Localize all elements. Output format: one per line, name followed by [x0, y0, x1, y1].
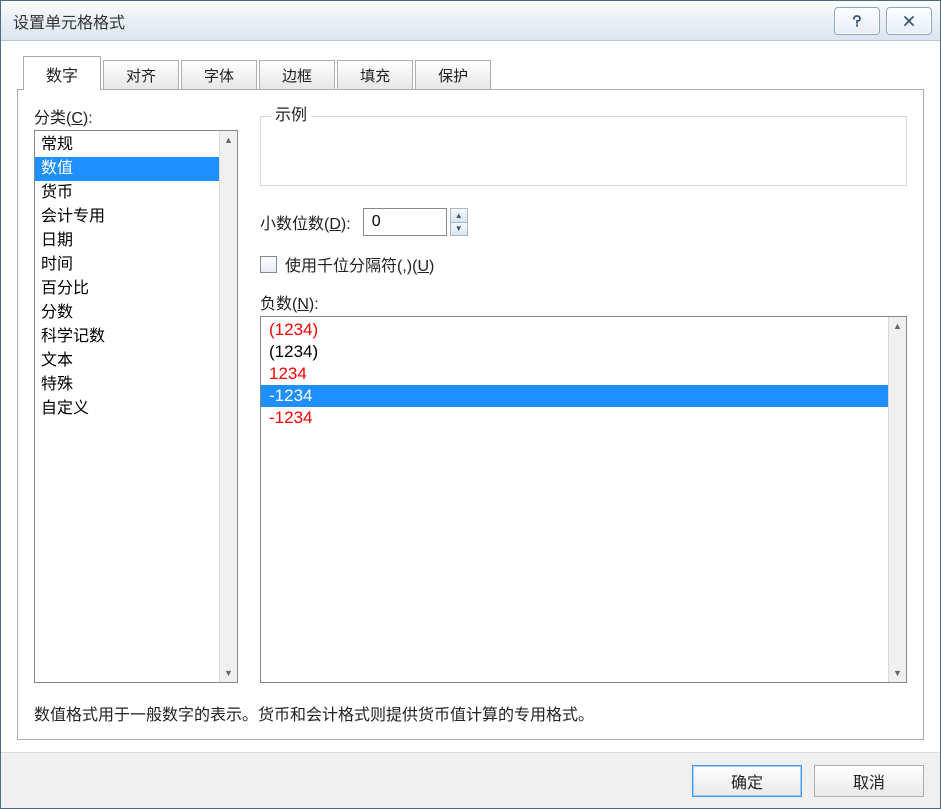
- tab-2[interactable]: 字体: [181, 60, 257, 90]
- negative-item[interactable]: -1234: [261, 385, 888, 407]
- negative-item[interactable]: 1234: [261, 363, 888, 385]
- decimal-spin-up[interactable]: ▲: [451, 209, 467, 223]
- category-item[interactable]: 科学记数: [35, 325, 219, 349]
- tab-0[interactable]: 数字: [23, 56, 101, 90]
- example-legend: 示例: [271, 101, 311, 125]
- negative-item[interactable]: -1234: [261, 407, 888, 429]
- negative-list-inner: (1234)(1234)1234-1234-1234: [261, 317, 888, 682]
- category-item[interactable]: 日期: [35, 229, 219, 253]
- category-item[interactable]: 货币: [35, 181, 219, 205]
- scroll-up-button[interactable]: ▲: [222, 133, 236, 147]
- category-item[interactable]: 常规: [35, 133, 219, 157]
- category-listbox[interactable]: 常规数值货币会计专用日期时间百分比分数科学记数文本特殊自定义 ▲ ▼: [34, 130, 238, 683]
- help-button[interactable]: [834, 7, 880, 35]
- category-item[interactable]: 百分比: [35, 277, 219, 301]
- category-scrollbar[interactable]: ▲ ▼: [219, 131, 237, 682]
- thousands-checkbox[interactable]: [260, 256, 277, 273]
- scroll-down-button[interactable]: ▼: [222, 666, 236, 680]
- panel-row: 分类(C): 常规数值货币会计专用日期时间百分比分数科学记数文本特殊自定义 ▲ …: [34, 104, 907, 683]
- decimal-spin-buttons: ▲ ▼: [450, 208, 468, 236]
- tabstrip: 数字对齐字体边框填充保护: [23, 55, 924, 89]
- category-item[interactable]: 会计专用: [35, 205, 219, 229]
- close-icon: [902, 14, 916, 28]
- help-icon: [850, 14, 864, 28]
- tab-1[interactable]: 对齐: [103, 60, 179, 90]
- scroll-up-button[interactable]: ▲: [891, 319, 905, 333]
- category-item[interactable]: 数值: [35, 157, 219, 181]
- category-item[interactable]: 自定义: [35, 397, 219, 421]
- dialog-body: 数字对齐字体边框填充保护 分类(C): 常规数值货币会计专用日期时间百分比分数科…: [1, 41, 940, 752]
- tab-3[interactable]: 边框: [259, 60, 335, 90]
- category-item[interactable]: 特殊: [35, 373, 219, 397]
- titlebar: 设置单元格格式: [1, 1, 940, 41]
- ok-button[interactable]: 确定: [692, 765, 802, 797]
- category-item[interactable]: 时间: [35, 253, 219, 277]
- category-label: 分类(C):: [34, 104, 238, 128]
- scroll-track[interactable]: [220, 147, 237, 666]
- negative-label: 负数(N):: [260, 290, 907, 314]
- negative-item[interactable]: (1234): [261, 319, 888, 341]
- category-column: 分类(C): 常规数值货币会计专用日期时间百分比分数科学记数文本特殊自定义 ▲ …: [34, 104, 238, 683]
- tab-5[interactable]: 保护: [415, 60, 491, 90]
- thousands-label: 使用千位分隔符(,)(U): [285, 252, 434, 276]
- scroll-track[interactable]: [889, 333, 906, 666]
- category-item[interactable]: 文本: [35, 349, 219, 373]
- cancel-button[interactable]: 取消: [814, 765, 924, 797]
- negative-section: 负数(N): (1234)(1234)1234-1234-1234 ▲ ▼: [260, 290, 907, 683]
- settings-column: 示例 小数位数(D): ▲ ▼: [260, 104, 907, 683]
- dialog-window: 设置单元格格式 数字对齐字体边框填充保护 分类(C):: [0, 0, 941, 809]
- scroll-down-button[interactable]: ▼: [891, 666, 905, 680]
- decimal-row: 小数位数(D): ▲ ▼: [260, 208, 907, 236]
- example-box: 示例: [260, 116, 907, 186]
- window-title: 设置单元格格式: [13, 9, 828, 33]
- decimal-input[interactable]: [363, 208, 447, 236]
- decimal-spinner: ▲ ▼: [363, 208, 468, 236]
- decimal-label: 小数位数(D):: [260, 210, 351, 234]
- tab-panel-number: 分类(C): 常规数值货币会计专用日期时间百分比分数科学记数文本特殊自定义 ▲ …: [17, 89, 924, 740]
- negative-scrollbar[interactable]: ▲ ▼: [888, 317, 906, 682]
- format-description: 数值格式用于一般数字的表示。货币和会计格式则提供货币值计算的专用格式。: [34, 705, 907, 727]
- category-list-inner: 常规数值货币会计专用日期时间百分比分数科学记数文本特殊自定义: [35, 131, 219, 682]
- negative-listbox[interactable]: (1234)(1234)1234-1234-1234 ▲ ▼: [260, 316, 907, 683]
- decimal-spin-down[interactable]: ▼: [451, 223, 467, 236]
- thousands-row: 使用千位分隔符(,)(U): [260, 252, 907, 276]
- negative-item[interactable]: (1234): [261, 341, 888, 363]
- dialog-footer: 确定 取消: [1, 752, 940, 808]
- tab-4[interactable]: 填充: [337, 60, 413, 90]
- close-button[interactable]: [886, 7, 932, 35]
- category-item[interactable]: 分数: [35, 301, 219, 325]
- example-value: [261, 117, 906, 133]
